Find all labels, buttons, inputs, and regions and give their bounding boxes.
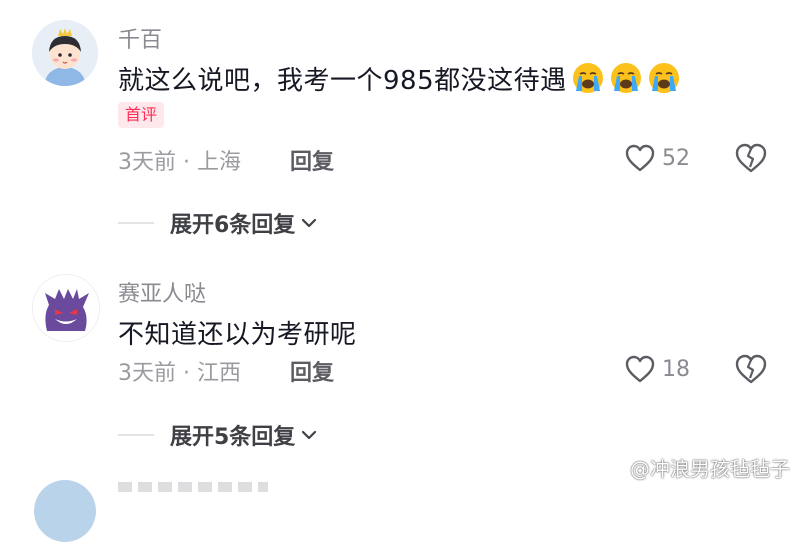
avatar-image [33,275,99,341]
loudly-crying-face-icon [648,63,679,93]
next-comment-partial [118,482,268,492]
comment-time-location: 3天前 · 江西 [118,361,241,386]
like-button[interactable]: 52 [624,141,690,175]
reply-button[interactable]: 回复 [290,144,334,176]
broken-heart-icon[interactable] [734,352,768,386]
chevron-down-icon [302,430,317,440]
heart-outline-icon [625,355,655,383]
first-comment-badge: 首评 [118,102,165,128]
like-count: 52 [662,145,690,171]
divider-line [118,434,154,436]
comment-time-location: 3天前 · 上海 [118,150,241,175]
comment-username[interactable]: 千百 [118,22,162,54]
divider-line [118,222,154,224]
chevron-down-icon [302,218,317,228]
comment-username[interactable]: 赛亚人哒 [118,276,206,308]
weibo-logo-icon [599,459,625,479]
watermark: @冲浪男孩毡毡子 [598,453,790,482]
like-button[interactable]: 18 [624,352,690,386]
loudly-crying-face-icon [610,63,641,93]
loudly-crying-face-icon [572,63,603,93]
like-count: 18 [662,356,690,382]
reply-button[interactable]: 回复 [290,355,334,387]
avatar-user-1[interactable] [32,20,98,86]
broken-heart-icon[interactable] [734,141,768,175]
expand-replies-label: 展开5条回复 [170,425,296,450]
comment-text: 不知道还以为考研呢 [118,320,357,350]
avatar-user-3-partial[interactable] [34,480,96,542]
expand-replies-button[interactable]: 展开6条回复 [118,208,319,238]
avatar-user-2[interactable] [32,274,100,342]
expand-replies-button[interactable]: 展开5条回复 [118,420,319,450]
avatar-image [32,20,98,86]
comment-text: 就这么说吧，我考一个985都没这待遇 [118,60,685,102]
emoji-group [571,61,685,102]
comment-text-content: 就这么说吧，我考一个985都没这待遇 [118,66,567,96]
watermark-text: @冲浪男孩毡毡子 [630,457,790,481]
heart-outline-icon [625,144,655,172]
expand-replies-label: 展开6条回复 [170,213,296,238]
